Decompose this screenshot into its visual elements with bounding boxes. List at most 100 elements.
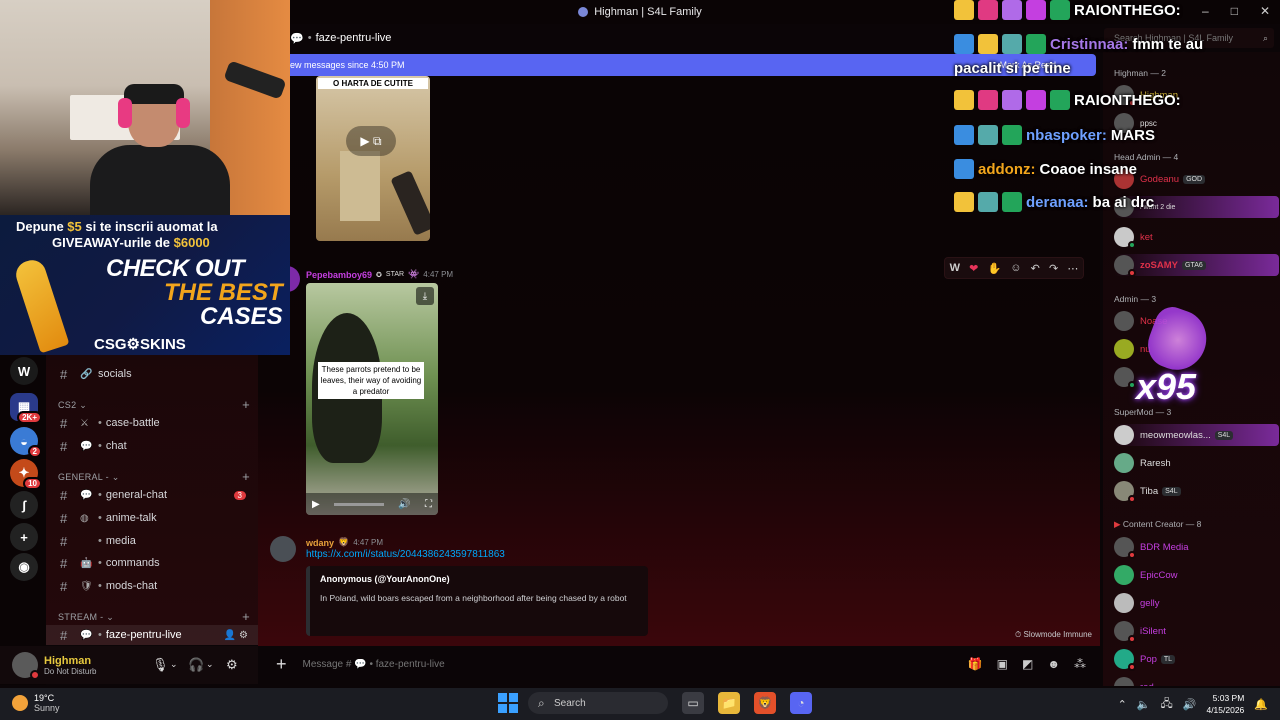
progress-bar[interactable]	[333, 502, 384, 506]
server-icon[interactable]: ▦ 2K+	[10, 393, 42, 424]
avatar[interactable]	[270, 536, 296, 562]
minimize-icon[interactable]: –	[1202, 4, 1209, 18]
member-item[interactable]: Pop TL	[1114, 648, 1279, 671]
server-icon[interactable]: ʃ	[10, 491, 38, 519]
discover-icon[interactable]: ◉	[10, 553, 38, 581]
add-reaction-icon[interactable]: ☺	[1010, 262, 1021, 274]
maximize-icon[interactable]: □	[1231, 4, 1238, 18]
microphone-icon[interactable]: 🎙	[152, 657, 169, 673]
fullscreen-icon[interactable]: ⛶	[425, 499, 432, 510]
member-item[interactable]: EpicCow	[1114, 564, 1279, 586]
avatar	[1114, 197, 1134, 217]
sticker-icon[interactable]: ◩	[1022, 657, 1033, 671]
channel-chat[interactable]: # 💬 • chat	[46, 436, 258, 456]
discord-icon[interactable]: ◔	[790, 692, 812, 714]
video-attachment[interactable]: ⤓ These parrots pretend to be leaves, th…	[306, 283, 438, 515]
member-item[interactable]: zoSAMY GTA6	[1114, 254, 1279, 277]
task-view-icon[interactable]: ▭	[682, 692, 704, 714]
new-messages-banner[interactable]: ew messages since 4:50 PM Mark As Read	[288, 54, 1096, 76]
hand-reaction-icon[interactable]: ✋	[987, 262, 1001, 275]
category-stream[interactable]: STREAM - ⌄ +	[58, 609, 254, 624]
mark-as-read-button[interactable]: Mark As Read	[999, 60, 1056, 70]
member-item[interactable]: BDR Media	[1114, 536, 1279, 559]
close-icon[interactable]: ✕	[1260, 4, 1270, 18]
emoji-icon[interactable]: ☻	[1047, 657, 1060, 671]
avatar	[1114, 311, 1134, 331]
member-item[interactable]: iSilent	[1114, 620, 1279, 643]
channel-faze-pentru-live[interactable]: # 💬 • faze-pentru-live 👤 ⚙	[46, 625, 258, 645]
username: Highman	[44, 654, 92, 667]
avatar	[1114, 565, 1134, 585]
window-title: Highman | S4L Family	[594, 6, 702, 18]
video-attachment[interactable]: O HARTA DE CUTITE ▶ ⧉	[316, 76, 430, 241]
headphones-icon[interactable]: 🎧	[188, 657, 204, 673]
member-item[interactable]: ket	[1114, 226, 1279, 249]
invite-icon[interactable]: 👤	[224, 630, 236, 641]
add-channel-icon[interactable]: +	[242, 609, 250, 624]
star-icon: ✪	[376, 271, 382, 279]
chevron-down-icon[interactable]: ⌄	[206, 659, 214, 670]
channel-media[interactable]: # • media	[46, 531, 258, 551]
server-icon[interactable]: W	[10, 357, 38, 385]
add-attachment-button[interactable]: +	[276, 654, 287, 675]
member-item[interactable]: Tiba S4L	[1114, 480, 1279, 503]
play-icon[interactable]: ▶ ⧉	[346, 126, 396, 156]
chevron-down-icon[interactable]: ⌄	[170, 659, 178, 670]
volume-icon[interactable]: 🔊	[398, 499, 410, 510]
channel-anime-talk[interactable]: # ◍ • anime-talk	[46, 508, 258, 528]
chat-icon: 💬	[80, 629, 93, 641]
gear-icon[interactable]: ⚙	[239, 630, 248, 641]
avatar[interactable]	[12, 652, 40, 680]
message-link[interactable]: https://x.com/i/status/20443862435978118…	[306, 549, 505, 560]
member-item[interactable]: red	[1114, 676, 1279, 686]
message-author[interactable]: wdany	[306, 538, 334, 548]
start-button[interactable]	[498, 693, 518, 713]
member-item[interactable]: Godeanu GOD	[1114, 168, 1279, 190]
gift-icon[interactable]: 🎁	[968, 657, 983, 671]
server-icon[interactable]: ◒ 2	[10, 427, 42, 458]
category-cs2[interactable]: CS2 ⌄ +	[58, 397, 254, 412]
network-icon[interactable]: 🖧	[1161, 695, 1173, 714]
apps-icon[interactable]: ⁂	[1074, 657, 1086, 671]
member-item[interactable]: Raresh	[1114, 452, 1279, 474]
chevron-up-icon[interactable]: ⌃	[1118, 698, 1127, 711]
channel-commands[interactable]: # 🤖 • commands	[46, 553, 258, 573]
add-channel-icon[interactable]: +	[242, 397, 250, 412]
message-author[interactable]: Pepebamboy69	[306, 270, 372, 280]
notification-icon[interactable]: 🔔	[1254, 698, 1268, 711]
message-input[interactable]	[302, 658, 903, 670]
download-icon[interactable]: ⤓	[416, 287, 434, 305]
badge-icon: 🦁	[338, 537, 350, 547]
channel-general-chat[interactable]: # 💬 • general-chat 3	[46, 485, 258, 505]
forward-icon[interactable]: ↷	[1049, 262, 1058, 275]
channel-mods-chat[interactable]: # 🛡 • mods-chat	[46, 576, 258, 596]
volume-icon[interactable]: 🔈	[1137, 698, 1151, 711]
play-icon[interactable]: ▶	[312, 499, 320, 510]
link-embed[interactable]: Anonymous (@YourAnonOne) In Poland, wild…	[306, 566, 648, 636]
add-server-icon[interactable]: +	[10, 523, 38, 551]
speaker-icon[interactable]: 🔊	[1183, 698, 1197, 711]
add-channel-icon[interactable]: +	[242, 469, 250, 484]
weather-widget[interactable]: 19°C Sunny	[12, 693, 60, 713]
gif-icon[interactable]: ▣	[997, 657, 1008, 671]
member-item[interactable]: gelly	[1114, 592, 1279, 614]
channel-case-battle[interactable]: # ⚔ • case-battle	[46, 413, 258, 433]
file-explorer-icon[interactable]: 📁	[718, 692, 740, 714]
embed-author[interactable]: Anonymous (@YourAnonOne)	[320, 574, 638, 584]
channel-socials[interactable]: # 🔗 socials	[46, 364, 258, 384]
member-item[interactable]: meowmeowlas... S4L	[1114, 424, 1279, 446]
reply-icon[interactable]: ↶	[1031, 262, 1040, 275]
server-icon[interactable]: ✦ 10	[10, 459, 42, 490]
reaction-w-icon[interactable]: W	[950, 262, 960, 274]
member-search-input[interactable]: Search Highman | S4L Family ⌕	[1104, 28, 1274, 48]
clock[interactable]: 5:03 PM 4/15/2026	[1206, 692, 1244, 716]
taskbar-search[interactable]: Search	[528, 692, 668, 714]
member-item[interactable]: Highman	[1114, 84, 1279, 107]
more-icon[interactable]: ⋯	[1067, 262, 1078, 275]
browser-icon[interactable]: 🦁	[754, 692, 776, 714]
member-item[interactable]: i want 2 die	[1114, 196, 1279, 218]
category-general[interactable]: GENERAL - ⌄ +	[58, 469, 254, 484]
member-item[interactable]: ppsc	[1114, 112, 1279, 134]
heart-reaction-icon[interactable]: ❤	[969, 262, 978, 275]
gear-icon[interactable]: ⚙	[226, 657, 238, 673]
